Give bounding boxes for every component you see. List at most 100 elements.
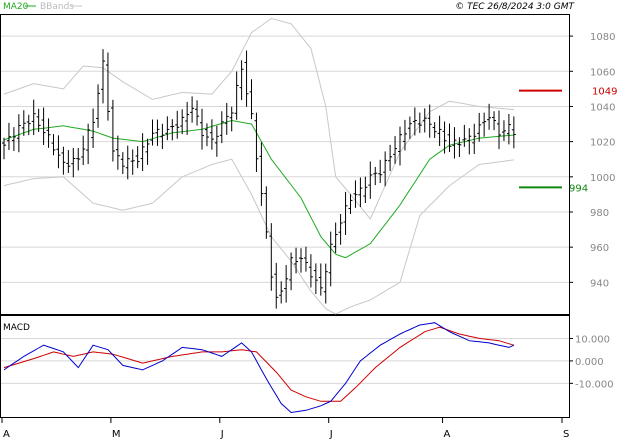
- ohlc-bar: [289, 252, 294, 291]
- ohlc-bar: [46, 118, 51, 148]
- ohlc-bar: [11, 127, 16, 152]
- macd-line: [3, 322, 515, 414]
- ohlc-bar: [2, 137, 6, 160]
- ohlc-bar: [259, 142, 264, 206]
- ohlc-bar: [41, 107, 46, 146]
- ohlc-bar: [16, 114, 21, 153]
- price-axis: 940 960 980 1000 1020 1040 1060 1080: [569, 32, 615, 289]
- ytick-label: 960: [590, 243, 609, 254]
- macd-ytick-label: 0.000: [575, 357, 604, 368]
- xtick-label: J: [220, 429, 224, 440]
- ma20-line: [3, 119, 514, 259]
- ohlc-bar: [383, 151, 388, 187]
- ohlc-bar: [462, 124, 467, 147]
- ohlc-bar: [506, 113, 511, 145]
- support-label: 994: [569, 183, 588, 194]
- ytick-label: 1040: [590, 102, 615, 113]
- x-axis: AMJJAS: [1, 417, 569, 440]
- ohlc-bar: [135, 146, 140, 169]
- price-panel-frame: [0, 14, 570, 315]
- ohlc-bar: [299, 248, 303, 273]
- ohlc-bar: [195, 100, 200, 126]
- ohlc-bar: [432, 122, 437, 138]
- price-grid: [1, 35, 569, 283]
- ohlc-bar: [145, 138, 150, 165]
- ohlc-bar: [412, 107, 417, 136]
- ohlc-bar: [234, 71, 239, 120]
- ohlc-bar: [66, 150, 71, 173]
- ohlc-bar: [130, 149, 135, 175]
- ohlc-bar: [56, 135, 61, 169]
- ytick-label: 940: [590, 278, 609, 289]
- ohlc-bar: [373, 166, 378, 186]
- ohlc-bar: [229, 106, 234, 132]
- ohlc-bar: [303, 246, 308, 272]
- ohlc-bar: [204, 123, 209, 147]
- xtick-label: A: [3, 429, 10, 440]
- ohlc-bar: [407, 116, 412, 139]
- macd-panel-frame: [0, 315, 570, 418]
- ohlc-bar: [358, 177, 363, 208]
- macd-axis: -10.000 0.000 10.000: [569, 334, 614, 390]
- ohlc-bar: [170, 119, 175, 141]
- bb-lower-line: [3, 158, 514, 315]
- ohlc-bar: [343, 191, 348, 235]
- ohlc-bar: [447, 123, 452, 152]
- ohlc-bar: [125, 145, 130, 180]
- ohlc-bar: [511, 116, 516, 149]
- ohlc-bar: [239, 60, 244, 101]
- ohlc-bar: [6, 122, 11, 150]
- macd-title: MACD: [3, 323, 30, 333]
- ma20-path: [3, 119, 514, 259]
- ohlc-bar: [477, 112, 482, 142]
- legend-bbands: BBands: [40, 2, 74, 12]
- macd-ytick-label: -10.000: [575, 379, 614, 390]
- ohlc-bar: [110, 99, 115, 162]
- ohlc-bar: [402, 119, 407, 151]
- ohlc-bar: [101, 49, 105, 104]
- ohlc-bar: [115, 135, 120, 170]
- ohlc-bar: [224, 102, 229, 135]
- ohlc-bar: [249, 79, 254, 120]
- ohlc-bar: [284, 265, 289, 303]
- ohlc-bar: [175, 110, 180, 139]
- ohlc-bar: [388, 144, 393, 171]
- ohlc-bar: [442, 121, 447, 154]
- ohlc-bar: [51, 134, 56, 156]
- price-bars: [2, 49, 516, 309]
- macd-lines: [3, 322, 515, 414]
- ohlc-bar: [318, 263, 323, 296]
- ohlc-bar: [427, 104, 432, 138]
- ohlc-bar: [294, 247, 299, 274]
- ohlc-bar: [353, 180, 358, 208]
- ohlc-bar: [279, 281, 284, 304]
- ohlc-bar: [482, 112, 487, 137]
- ohlc-bar: [422, 108, 427, 133]
- ohlc-bar: [140, 133, 145, 172]
- xtick-label: A: [444, 429, 451, 440]
- copyright-text: © TEC 26/8/2024 3:0 GMT: [455, 2, 575, 12]
- ohlc-bar: [274, 262, 279, 309]
- ohlc-bar: [501, 120, 506, 142]
- ohlc-bar: [165, 116, 170, 141]
- xtick-label: J: [329, 429, 333, 440]
- ohlc-bar: [323, 263, 328, 304]
- ohlc-bar: [328, 231, 333, 287]
- ohlc-bar: [180, 109, 185, 135]
- legend-ma20: MA20: [3, 2, 29, 12]
- ohlc-bar: [105, 52, 110, 121]
- ohlc-bar: [497, 110, 501, 150]
- ytick-label: 1080: [590, 32, 615, 43]
- resistance-label: 1049: [592, 87, 617, 98]
- ytick-label: 980: [590, 208, 609, 219]
- ohlc-bar: [452, 127, 457, 159]
- ohlc-bar: [120, 152, 125, 175]
- ohlc-bar: [348, 194, 353, 214]
- chart-svg: MA20 BBands © TEC 26/8/2024 3:0 GMT 1049…: [0, 2, 617, 440]
- ytick-label: 1000: [590, 173, 615, 184]
- ohlc-bar: [368, 161, 373, 199]
- macd-ytick-label: 10.000: [575, 334, 610, 345]
- bollinger-bands: [3, 17, 514, 315]
- ohlc-bar: [254, 112, 259, 172]
- ohlc-bar: [378, 159, 383, 183]
